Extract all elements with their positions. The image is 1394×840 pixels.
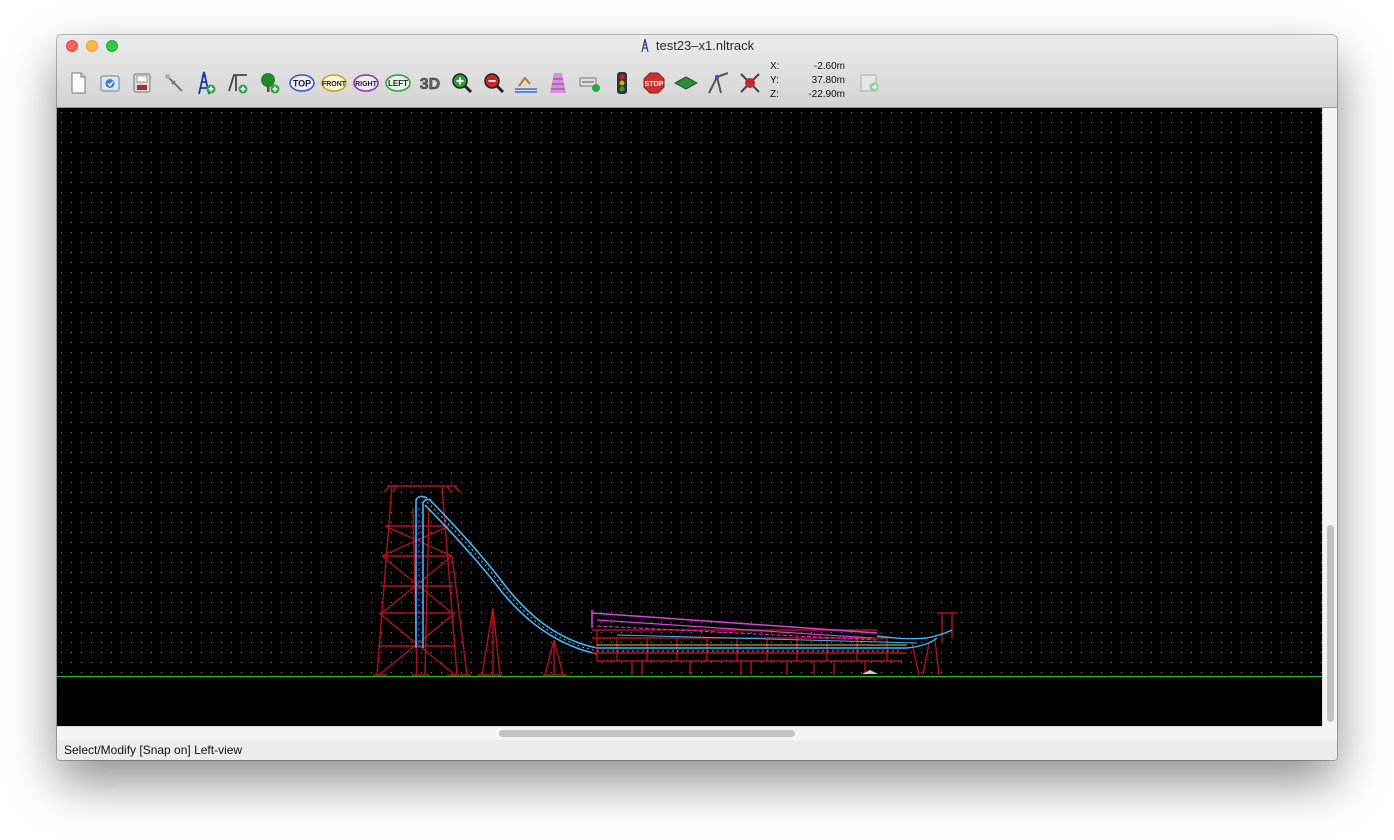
snap-grid <box>57 108 1322 676</box>
add-tree-icon[interactable] <box>257 69 283 97</box>
coord-z-value: -22.90m <box>808 89 845 100</box>
view-right-label: RIGHT <box>355 81 378 88</box>
view-top-label: TOP <box>293 79 311 89</box>
vertical-scroll-thumb[interactable] <box>1327 525 1334 722</box>
terrain-icon[interactable] <box>673 69 699 97</box>
zoom-in-icon[interactable] <box>449 69 475 97</box>
view-3d-button[interactable]: 3D <box>417 69 443 97</box>
status-bar: Select/Modify [Snap on] Left-view <box>57 740 1337 760</box>
crane-icon[interactable] <box>705 69 731 97</box>
coord-x-value: -2.60m <box>813 61 845 72</box>
view-right-button[interactable]: RIGHT <box>353 69 379 97</box>
open-file-icon[interactable] <box>97 69 123 97</box>
new-document-icon[interactable] <box>65 69 91 97</box>
view-left-label: LEFT <box>388 79 408 88</box>
stop-label: STOP <box>645 81 664 88</box>
coordinate-readout: X: -2.60m Y: 37.80m Z: -22.90m <box>770 60 845 102</box>
signal-icon[interactable] <box>609 69 635 97</box>
title-bar: test23–x1.nltrack TOP FRONT RIGHT LEFT 3… <box>57 35 1337 108</box>
save-file-icon[interactable] <box>129 69 155 97</box>
zoom-out-icon[interactable] <box>481 69 507 97</box>
track-document-icon <box>641 39 649 52</box>
test-run-icon[interactable] <box>737 69 763 97</box>
add-track-icon[interactable] <box>225 69 251 97</box>
coord-x-label: X: <box>770 61 780 72</box>
vertical-scrollbar[interactable] <box>1322 108 1337 726</box>
view-front-label: FRONT <box>322 81 347 88</box>
view-left-button[interactable]: LEFT <box>385 69 411 97</box>
status-text: Select/Modify [Snap on] Left-view <box>64 743 243 757</box>
view-top-button[interactable]: TOP <box>289 69 315 97</box>
view-front-button[interactable]: FRONT <box>321 69 347 97</box>
track-canvas <box>57 108 1322 677</box>
export-icon[interactable] <box>857 69 883 97</box>
brake-icon[interactable] <box>577 69 603 97</box>
select-modify-icon[interactable] <box>161 69 187 97</box>
app-window: test23–x1.nltrack TOP FRONT RIGHT LEFT 3… <box>57 35 1337 760</box>
add-support-icon[interactable] <box>193 69 219 97</box>
lift-hill-icon[interactable] <box>545 69 571 97</box>
coord-y-value: 37.80m <box>811 75 845 86</box>
coord-z-label: Z: <box>770 89 779 100</box>
horizontal-scroll-thumb[interactable] <box>499 730 795 737</box>
track-viewport[interactable] <box>57 108 1322 726</box>
view-3d-label: 3D <box>420 76 440 93</box>
station-icon[interactable] <box>513 69 539 97</box>
horizontal-scrollbar[interactable] <box>57 726 1322 740</box>
scroll-corner <box>1322 726 1337 740</box>
window-title: test23–x1.nltrack <box>57 38 1337 53</box>
window-title-text: test23–x1.nltrack <box>655 38 755 53</box>
coord-y-label: Y: <box>770 75 779 86</box>
stop-button[interactable]: STOP <box>641 69 667 97</box>
